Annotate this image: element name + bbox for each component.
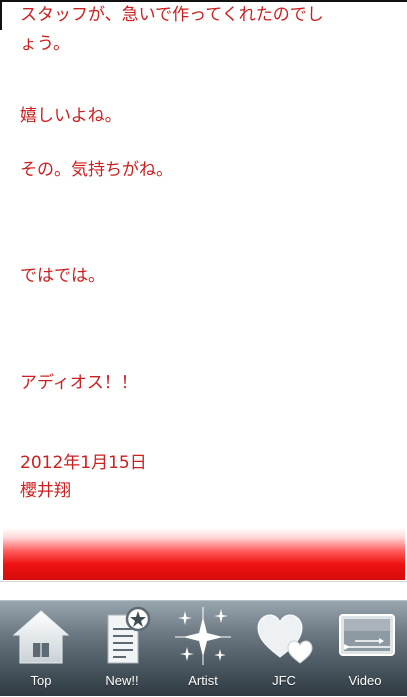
date-line: 2012年1月15日 — [20, 453, 147, 473]
text-line: アディオス！！ — [20, 373, 138, 393]
hearts-icon — [257, 614, 313, 664]
tab-bar: Top New!! Artist JFC Video — [0, 600, 407, 696]
text-line: 嬉しいよね。 — [20, 106, 122, 126]
sparkle-icon — [175, 607, 231, 665]
home-icon — [12, 610, 70, 664]
tab-label: Video — [348, 673, 382, 688]
tab-label: Top — [30, 673, 52, 688]
author-line: 櫻井翔 — [20, 481, 71, 501]
divider — [0, 581, 407, 582]
tab-label: JFC — [272, 673, 296, 688]
new-document-icon — [107, 606, 151, 664]
left-border — [0, 0, 2, 30]
tab-label: Artist — [188, 673, 218, 688]
text-line: ではでは。 — [20, 266, 105, 286]
tab-video[interactable]: Video — [325, 601, 405, 697]
tab-label: New!! — [105, 673, 139, 688]
tab-artist[interactable]: Artist — [163, 601, 243, 697]
tab-new[interactable]: New!! — [82, 601, 162, 697]
tab-top[interactable]: Top — [1, 601, 81, 697]
text-line: ょう。 — [20, 34, 70, 54]
tab-jfc[interactable]: JFC — [244, 601, 324, 697]
red-banner — [3, 528, 405, 580]
text-line: その。気持ちがね。 — [20, 160, 173, 180]
video-icon — [339, 614, 395, 656]
text-line: スタッフが、急いで作ってくれたのでし — [20, 5, 324, 25]
